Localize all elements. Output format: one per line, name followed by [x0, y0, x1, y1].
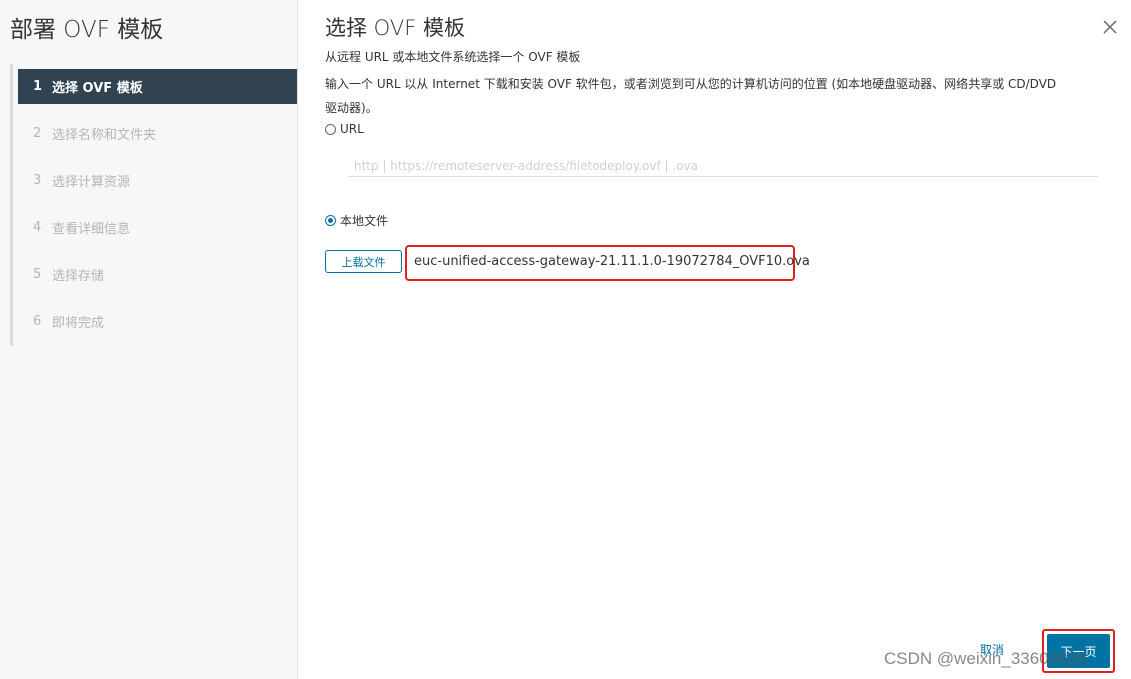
local-file-radio[interactable]: [325, 215, 336, 226]
page-instruction: 输入一个 URL 以从 Internet 下载和安装 OVF 软件包，或者浏览到…: [325, 77, 1057, 115]
step-number: 3: [33, 173, 42, 188]
step-select-name-folder: 2 选择名称和文件夹: [18, 116, 297, 151]
wizard-title: 部署 OVF 模板: [10, 17, 164, 43]
step-select-storage: 5 选择存储: [18, 257, 297, 292]
step-select-compute-resource: 3 选择计算资源: [18, 163, 297, 198]
step-label: 选择 OVF 模板: [52, 81, 143, 96]
local-file-option-label: 本地文件: [340, 214, 389, 228]
step-label: 查看详细信息: [52, 222, 131, 237]
url-input[interactable]: [348, 155, 1098, 177]
step-ready-to-complete: 6 即将完成: [18, 304, 297, 339]
url-radio[interactable]: [325, 123, 336, 135]
step-label: 选择名称和文件夹: [52, 128, 157, 143]
selected-file-name: euc-unified-access-gateway-21.11.1.0-190…: [414, 254, 810, 269]
page-description: 从远程 URL 或本地文件系统选择一个 OVF 模板: [325, 50, 581, 64]
url-option[interactable]: URL: [325, 122, 364, 136]
wizard-content: 选择 OVF 模板 从远程 URL 或本地文件系统选择一个 OVF 模板 输入一…: [298, 0, 1131, 679]
step-review-details: 4 查看详细信息: [18, 210, 297, 245]
wizard-steps: 1 选择 OVF 模板 2 选择名称和文件夹 3 选择计算资源 4 查看详细信息…: [18, 69, 297, 351]
step-number: 6: [33, 314, 42, 329]
step-label: 选择计算资源: [52, 175, 131, 190]
upload-file-button[interactable]: 上载文件: [325, 250, 402, 273]
url-option-label: URL: [340, 122, 364, 136]
step-number: 1: [33, 79, 43, 94]
local-file-option[interactable]: 本地文件: [325, 212, 388, 229]
step-number: 4: [33, 220, 42, 235]
step-select-ovf-template[interactable]: 1 选择 OVF 模板: [18, 69, 297, 104]
wizard-sidebar: 部署 OVF 模板 1 选择 OVF 模板 2 选择名称和文件夹 3 选择计算资…: [0, 0, 298, 679]
close-button[interactable]: [1099, 16, 1121, 38]
step-number: 5: [33, 267, 42, 282]
page-title: 选择 OVF 模板: [325, 16, 465, 40]
step-label: 即将完成: [52, 316, 105, 331]
close-icon: [1103, 20, 1117, 34]
step-rail: [10, 64, 13, 346]
step-number: 2: [33, 126, 42, 141]
step-label: 选择存储: [52, 269, 105, 284]
watermark: CSDN @weixin_33609839: [884, 649, 1087, 668]
